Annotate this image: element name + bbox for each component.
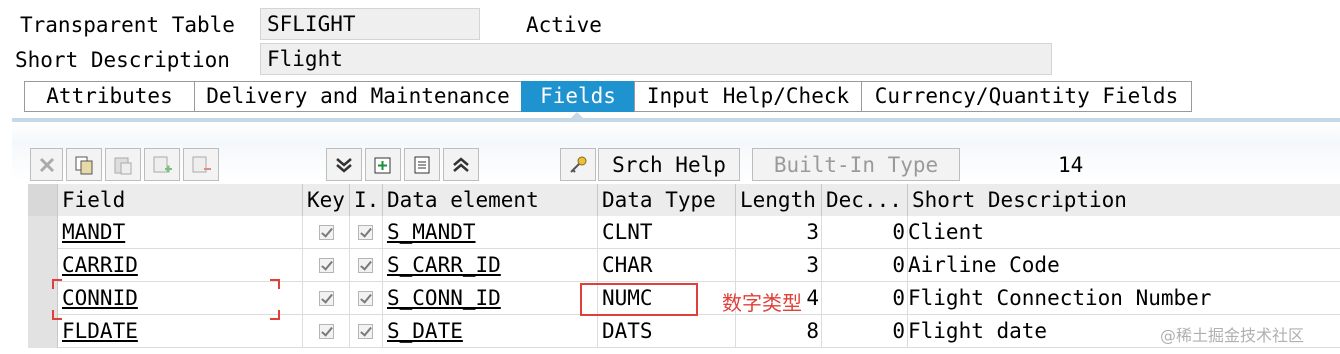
data-element-link[interactable]: S_CONN_ID [383, 282, 598, 315]
data-element-link[interactable]: S_MANDT [383, 216, 598, 249]
key-cell [303, 249, 350, 282]
new-entry-icon [374, 157, 391, 173]
column-header-data-element[interactable]: Data element [383, 184, 598, 216]
row-selector[interactable] [28, 249, 58, 282]
row-selector[interactable] [28, 216, 58, 249]
collapse-icon [336, 157, 352, 173]
key-checkbox[interactable] [319, 291, 334, 306]
watermark: @稀土掘金技术社区 [1160, 326, 1305, 345]
tab-delivery-maintenance[interactable]: Delivery and Maintenance [194, 81, 521, 112]
copy-button[interactable] [66, 148, 102, 181]
key-checkbox[interactable] [319, 324, 334, 339]
column-header-short-description[interactable]: Short Description [908, 184, 1340, 216]
delete-row-button[interactable] [183, 148, 219, 181]
data-type-cell: CHAR [598, 249, 736, 282]
tab-fields[interactable]: Fields [521, 81, 634, 112]
list-icon [414, 156, 430, 173]
key-cell [303, 315, 350, 348]
short-description-cell: Flight Connection Number [908, 282, 1340, 315]
decimals-cell: 0 [822, 315, 908, 348]
short-description-field[interactable]: Flight [260, 43, 1052, 75]
column-header-field[interactable]: Field [58, 184, 303, 216]
tab-pointer [570, 112, 584, 119]
focus-corner [270, 279, 280, 289]
status-text: Active [526, 13, 602, 37]
tab-attributes[interactable]: Attributes [24, 81, 194, 112]
short-description-label: Short Description [15, 48, 230, 72]
initial-value-checkbox[interactable] [358, 324, 373, 339]
length-cell: 3 [736, 249, 822, 282]
column-header-initial[interactable]: I... [350, 184, 383, 216]
data-element-link[interactable]: S_CARR_ID [383, 249, 598, 282]
key-cell [303, 216, 350, 249]
table-name-field[interactable]: SFLIGHT [260, 8, 480, 40]
initial-cell [350, 315, 383, 348]
data-element-link[interactable]: S_DATE [383, 315, 598, 348]
list-button[interactable] [404, 148, 440, 181]
focus-corner [270, 310, 280, 320]
decimals-cell: 0 [822, 282, 908, 315]
collapse-button[interactable] [326, 148, 362, 181]
tab-input-help-check[interactable]: Input Help/Check [634, 81, 861, 112]
annotation-label: 数字类型 [722, 291, 802, 315]
expand-icon [453, 156, 469, 172]
key-checkbox[interactable] [319, 225, 334, 240]
expand-button[interactable] [443, 148, 479, 181]
insert-row-button[interactable] [144, 148, 180, 181]
data-type-cell: CLNT [598, 216, 736, 249]
decimals-cell: 0 [822, 216, 908, 249]
search-help-label: Srch Help [612, 152, 726, 177]
initial-value-checkbox[interactable] [358, 291, 373, 306]
field-count: 14 [1058, 153, 1084, 177]
decimals-cell: 0 [822, 249, 908, 282]
short-description-cell: Airline Code [908, 249, 1340, 282]
initial-value-checkbox[interactable] [358, 258, 373, 273]
key-icon [570, 156, 587, 173]
select-all-corner[interactable] [28, 184, 58, 216]
initial-value-checkbox[interactable] [358, 225, 373, 240]
paste-icon [114, 157, 132, 174]
column-header-key[interactable]: Key [303, 184, 350, 216]
key-button[interactable] [560, 148, 596, 181]
field-name-link[interactable]: FLDATE [58, 315, 303, 348]
highlight-box [580, 283, 698, 316]
paste-button[interactable] [105, 148, 141, 181]
column-header-decimals[interactable]: Dec... [822, 184, 908, 216]
tab-currency-quantity[interactable]: Currency/Quantity Fields [861, 81, 1192, 112]
initial-cell [350, 282, 383, 315]
cut-button[interactable] [30, 148, 63, 181]
focus-corner [52, 279, 62, 289]
delete-row-icon [192, 156, 211, 172]
table-type-label: Transparent Table [20, 13, 235, 37]
copy-icon [75, 156, 93, 174]
new-entry-button[interactable] [365, 148, 401, 181]
short-description-cell: Client [908, 216, 1340, 249]
field-name-link[interactable]: MANDT [58, 216, 303, 249]
search-help-button[interactable]: Srch Help [598, 148, 740, 181]
length-cell: 3 [736, 216, 822, 249]
built-in-type-label: Built-In Type [773, 152, 939, 177]
focus-corner [52, 310, 62, 320]
built-in-type-button[interactable]: Built-In Type [752, 148, 960, 181]
field-name-link[interactable]: CONNID [58, 282, 303, 315]
field-name-link[interactable]: CARRID [58, 249, 303, 282]
tab-strip: Attributes Delivery and Maintenance Fiel… [24, 81, 1192, 112]
key-cell [303, 282, 350, 315]
tab-underline [12, 118, 1340, 122]
initial-cell [350, 216, 383, 249]
key-checkbox[interactable] [319, 258, 334, 273]
cut-icon [39, 157, 54, 172]
column-header-data-type[interactable]: Data Type [598, 184, 736, 216]
column-header-length[interactable]: Length [736, 184, 822, 216]
insert-row-icon [153, 156, 172, 172]
length-cell: 8 [736, 315, 822, 348]
initial-cell [350, 249, 383, 282]
data-type-cell: DATS [598, 315, 736, 348]
